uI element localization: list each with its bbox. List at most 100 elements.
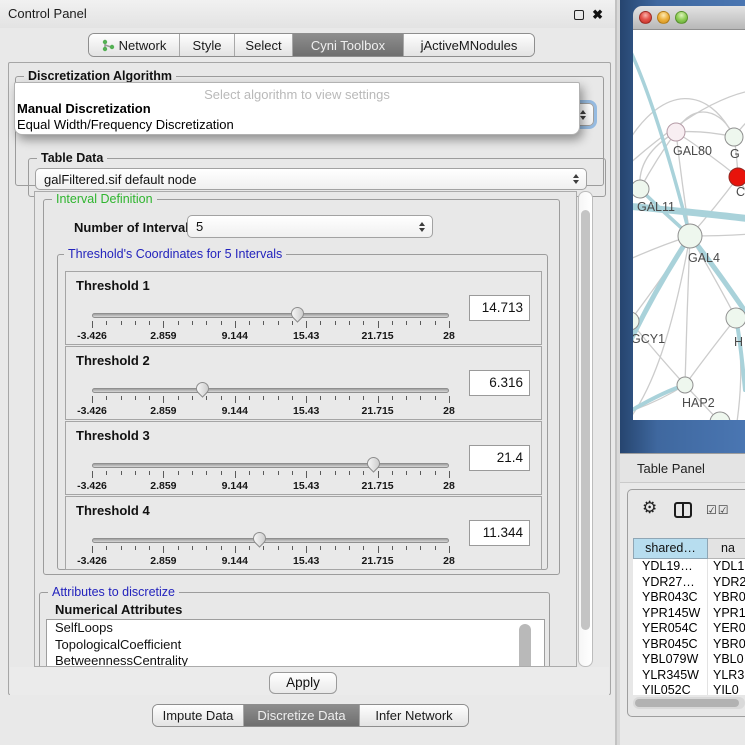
control-panel-tabs: Network Style Select Cyni Toolbox jActiv…	[88, 33, 535, 57]
network-window-titlebar	[633, 6, 745, 30]
vertical-scrollbar[interactable]	[578, 191, 593, 667]
slider-thumb[interactable]	[364, 454, 382, 472]
cyni-bottom-tabs: Impute Data Discretize Data Infer Networ…	[152, 704, 469, 727]
control-panel-titlebar: Control Panel ✖	[0, 0, 615, 28]
column-header-name[interactable]: na	[708, 538, 745, 559]
thresholds-group: Threshold's Coordinates for 5 Intervals …	[57, 254, 548, 570]
list-item[interactable]: BetweennessCentrality	[47, 653, 544, 667]
table-row[interactable]: YIL052CYIL0	[633, 683, 745, 695]
slider-thumb[interactable]	[250, 529, 268, 547]
table-row[interactable]: YDL19…YDL1	[633, 559, 745, 575]
network-node[interactable]	[710, 412, 730, 420]
dropdown-item-manual-discretization[interactable]: Manual Discretization	[17, 101, 151, 116]
table-cell: YBL079W	[633, 652, 708, 668]
table-row[interactable]: YPR145WYPR1	[633, 606, 745, 622]
table-cell: YDR27…	[633, 575, 708, 591]
tab-cyni-toolbox[interactable]: Cyni Toolbox	[292, 34, 403, 56]
network-view-window: GAL80GCGAL11GAL4GCY1HHAP2	[620, 0, 745, 453]
close-traffic-light-icon[interactable]	[639, 11, 652, 24]
column-header-shared-name[interactable]: shared…	[633, 538, 708, 559]
threshold-label: Threshold 4	[76, 503, 150, 518]
threshold-value-field[interactable]: 6.316	[469, 370, 530, 396]
network-node[interactable]	[667, 123, 685, 141]
tab-jactivemnodules[interactable]: jActiveMNodules	[403, 34, 534, 56]
table-cell: YPR1	[708, 606, 745, 622]
threshold-label: Threshold 2	[76, 353, 150, 368]
network-node[interactable]	[725, 128, 743, 146]
network-node[interactable]	[677, 377, 693, 393]
table-row[interactable]: YLR345WYLR3	[633, 668, 745, 684]
table-row[interactable]: YER054CYER0	[633, 621, 745, 637]
list-item[interactable]: TopologicalCoefficient	[47, 637, 544, 654]
network-node[interactable]	[633, 180, 649, 198]
network-node-label: GAL80	[673, 144, 712, 158]
table-cell: YDL1	[708, 559, 745, 575]
table-cell: YDR2	[708, 575, 745, 591]
threshold-value-field[interactable]: 11.344	[469, 520, 530, 546]
slider-tick-labels: -3.4262.8599.14415.4321.71528	[92, 330, 449, 342]
horizontal-scrollbar-thumb[interactable]	[635, 699, 739, 707]
gear-icon[interactable]: ⚙	[642, 498, 657, 518]
threshold-3-box: Threshold 3 -3.4262.8599.14415.4321.7152…	[65, 421, 542, 495]
slider-track[interactable]	[92, 463, 449, 468]
table-row[interactable]: YBR045CYBR0	[633, 637, 745, 653]
close-icon[interactable]: ✖	[592, 7, 603, 23]
slider-ticks	[92, 396, 449, 404]
horizontal-scrollbar[interactable]	[633, 697, 745, 709]
table-row[interactable]: YBL079WYBL0	[633, 652, 745, 668]
dropdown-item-equal-width-frequency[interactable]: Equal Width/Frequency Discretization	[17, 117, 234, 132]
slider-track[interactable]	[92, 388, 449, 393]
threshold-slider: -3.4262.8599.14415.4321.71528	[92, 456, 449, 494]
checkbox-icons[interactable]: ☑☑	[706, 503, 730, 517]
tab-select[interactable]: Select	[234, 34, 292, 56]
list-scrollbar-thumb[interactable]	[519, 624, 531, 667]
slider-track[interactable]	[92, 313, 449, 318]
columns-icon[interactable]	[674, 502, 692, 518]
group-title: Table Data	[37, 151, 107, 166]
numerical-attributes-label: Numerical Attributes	[55, 602, 182, 617]
slider-thumb[interactable]	[288, 304, 306, 322]
slider-ticks	[92, 471, 449, 479]
network-node-label: C	[736, 185, 745, 199]
network-node[interactable]	[726, 308, 745, 328]
slider-tick-labels: -3.4262.8599.14415.4321.71528	[92, 405, 449, 417]
table-cell: YIL052C	[633, 683, 708, 695]
tab-infer-network[interactable]: Infer Network	[359, 705, 468, 726]
table-cell: YBR0	[708, 637, 745, 653]
tab-label: Infer Network	[375, 708, 452, 723]
tab-network[interactable]: Network	[89, 34, 179, 56]
combo-arrows-icon	[580, 110, 586, 120]
table-cell: YBL0	[708, 652, 745, 668]
slider-track[interactable]	[92, 538, 449, 543]
number-of-intervals-combobox[interactable]: 5	[187, 215, 433, 238]
zoom-traffic-light-icon[interactable]	[675, 11, 688, 24]
network-canvas[interactable]: GAL80GCGAL11GAL4GCY1HHAP2	[633, 30, 745, 420]
network-icon	[102, 39, 115, 52]
table-cell: YLR3	[708, 668, 745, 684]
table-row[interactable]: YBR043CYBR0	[633, 590, 745, 606]
tab-style[interactable]: Style	[179, 34, 234, 56]
threshold-value-field[interactable]: 14.713	[469, 295, 530, 321]
table-cell: YER054C	[633, 621, 708, 637]
vertical-scrollbar-thumb[interactable]	[581, 210, 590, 630]
numerical-attributes-list[interactable]: SelfLoopsTopologicalCoefficientBetweenne…	[46, 619, 545, 667]
network-node[interactable]	[678, 224, 702, 248]
settings-viewport: Interval Definition Number of Intervals …	[34, 191, 577, 667]
tab-discretize-data[interactable]: Discretize Data	[243, 705, 359, 726]
group-title: Threshold's Coordinates for 5 Intervals	[64, 247, 286, 262]
float-window-icon[interactable]	[574, 10, 584, 20]
dropdown-hint-text: Select algorithm to view settings	[15, 87, 579, 102]
table-data-combobox[interactable]: galFiltered.sif default node	[35, 168, 587, 190]
slider-thumb[interactable]	[193, 379, 211, 397]
apply-button[interactable]: Apply	[269, 672, 337, 694]
list-item[interactable]: SelfLoops	[47, 620, 544, 637]
threshold-2-box: Threshold 2 -3.4262.8599.14415.4321.7152…	[65, 346, 542, 420]
table-cell: YBR0	[708, 590, 745, 606]
table-row[interactable]: YDR27…YDR2	[633, 575, 745, 591]
combo-arrows-icon	[419, 222, 425, 232]
tab-impute-data[interactable]: Impute Data	[153, 705, 243, 726]
network-node[interactable]	[729, 168, 745, 186]
minimize-traffic-light-icon[interactable]	[657, 11, 670, 24]
threshold-value-field[interactable]: 21.4	[469, 445, 530, 471]
threshold-slider: -3.4262.8599.14415.4321.71528	[92, 381, 449, 419]
